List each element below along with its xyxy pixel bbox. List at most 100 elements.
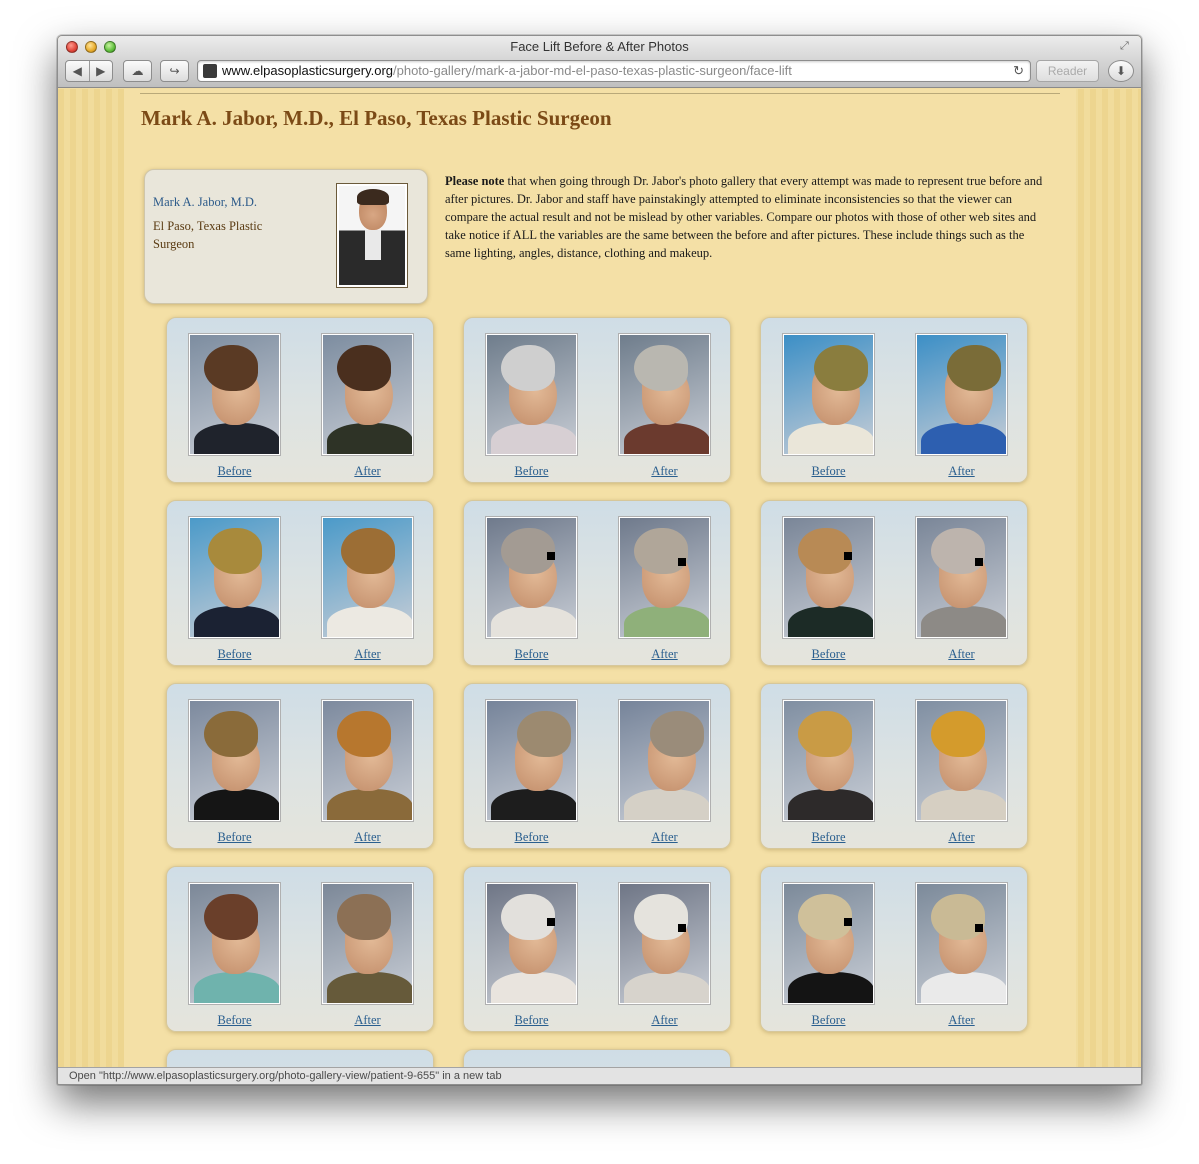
patient-hair (798, 711, 852, 757)
privacy-censor-bar (678, 558, 686, 566)
reader-button[interactable]: Reader (1036, 60, 1099, 82)
patient-hair (337, 894, 391, 940)
after-photo[interactable] (619, 517, 710, 638)
before-link[interactable]: Before (189, 1013, 280, 1028)
before-link[interactable]: Before (486, 464, 577, 479)
patient-body (194, 423, 279, 454)
before-link[interactable]: Before (486, 1013, 577, 1028)
fullscreen-icon[interactable]: ⤢ (1120, 40, 1133, 53)
after-link[interactable]: After (322, 1013, 413, 1028)
after-photo[interactable] (916, 517, 1007, 638)
patient-hair (208, 528, 262, 574)
browser-window: Face Lift Before & After Photos ⤢ ◀ ▶ ☁ … (57, 35, 1142, 1085)
before-link[interactable]: Before (189, 830, 280, 845)
patient-body (624, 972, 709, 1003)
web-viewport[interactable]: Mark A. Jabor, M.D., El Paso, Texas Plas… (58, 89, 1141, 1069)
patient-body (327, 789, 412, 820)
after-photo[interactable] (619, 334, 710, 455)
before-link[interactable]: Before (783, 1013, 874, 1028)
after-link[interactable]: After (916, 464, 1007, 479)
after-photo[interactable] (619, 700, 710, 821)
before-link[interactable]: Before (189, 464, 280, 479)
patient-hair (341, 528, 395, 574)
after-photo[interactable] (322, 334, 413, 455)
before-link[interactable]: Before (486, 830, 577, 845)
address-bar[interactable]: www.elpasoplasticsurgery.org/photo-galle… (197, 60, 1031, 82)
doctor-name-link[interactable]: Mark A. Jabor, M.D. (153, 195, 257, 210)
after-photo[interactable] (916, 883, 1007, 1004)
after-link[interactable]: After (322, 464, 413, 479)
after-link[interactable]: After (619, 647, 710, 662)
icloud-tabs-button[interactable]: ☁ (123, 60, 152, 82)
doctor-location: El Paso, Texas Plastic Surgeon (153, 219, 263, 251)
before-photo[interactable] (189, 700, 280, 821)
before-photo[interactable] (783, 700, 874, 821)
top-divider (140, 93, 1060, 94)
before-photo[interactable] (189, 883, 280, 1004)
share-icon: ↪ (169, 64, 180, 78)
after-link[interactable]: After (619, 830, 710, 845)
patient-hair (501, 894, 555, 940)
after-photo[interactable] (916, 700, 1007, 821)
before-photo[interactable] (486, 334, 577, 455)
privacy-censor-bar (975, 558, 983, 566)
after-photo[interactable] (916, 334, 1007, 455)
patient-hair (337, 345, 391, 391)
after-link[interactable]: After (322, 830, 413, 845)
before-link[interactable]: Before (783, 647, 874, 662)
status-bar: Open "http://www.elpasoplasticsurgery.or… (58, 1067, 1141, 1084)
patient-hair (634, 528, 688, 574)
back-forward-buttons: ◀ ▶ (65, 60, 113, 82)
after-link[interactable]: After (619, 464, 710, 479)
after-photo[interactable] (322, 517, 413, 638)
gallery-card: Before After (166, 866, 434, 1032)
patient-hair (204, 711, 258, 757)
before-photo[interactable] (783, 517, 874, 638)
patient-body (788, 423, 873, 454)
after-link[interactable]: After (916, 1013, 1007, 1028)
reload-icon[interactable]: ↻ (1013, 61, 1024, 81)
url-text[interactable]: www.elpasoplasticsurgery.org/photo-galle… (222, 61, 792, 81)
gallery-card: Before After (463, 866, 731, 1032)
downloads-icon: ⬇ (1115, 64, 1127, 78)
patient-body (327, 972, 412, 1003)
back-arrow-icon[interactable]: ◀ (66, 64, 89, 78)
before-photo[interactable] (189, 334, 280, 455)
patient-hair (947, 345, 1001, 391)
patient-hair (501, 528, 555, 574)
after-photo[interactable] (619, 883, 710, 1004)
window-title: Face Lift Before & After Photos (510, 39, 689, 54)
downloads-button[interactable]: ⬇ (1108, 60, 1134, 82)
before-photo[interactable] (783, 883, 874, 1004)
before-photo[interactable] (486, 517, 577, 638)
gallery-card: Before After (760, 317, 1028, 483)
before-photo[interactable] (189, 517, 280, 638)
patient-body (921, 972, 1006, 1003)
before-photo[interactable] (486, 700, 577, 821)
before-link[interactable]: Before (783, 464, 874, 479)
gallery-card: Before After (463, 317, 731, 483)
before-photo[interactable] (783, 334, 874, 455)
doctor-portrait[interactable] (336, 183, 408, 288)
before-photo[interactable] (486, 883, 577, 1004)
after-photo[interactable] (322, 700, 413, 821)
forward-arrow-icon[interactable]: ▶ (89, 64, 112, 78)
privacy-censor-bar (547, 552, 555, 560)
before-link[interactable]: Before (486, 647, 577, 662)
note-text: that when going through Dr. Jabor's phot… (445, 174, 1043, 260)
share-button[interactable]: ↪ (160, 60, 189, 82)
doctor-profile-card: Mark A. Jabor, M.D. El Paso, Texas Plast… (144, 169, 428, 304)
patient-body (921, 423, 1006, 454)
after-photo[interactable] (322, 883, 413, 1004)
after-link[interactable]: After (916, 830, 1007, 845)
note-bold: Please note (445, 174, 505, 188)
patient-hair (931, 528, 985, 574)
privacy-censor-bar (678, 924, 686, 932)
after-link[interactable]: After (619, 1013, 710, 1028)
before-link[interactable]: Before (189, 647, 280, 662)
after-link[interactable]: After (916, 647, 1007, 662)
before-link[interactable]: Before (783, 830, 874, 845)
gallery-card: Before After (760, 866, 1028, 1032)
after-link[interactable]: After (322, 647, 413, 662)
gallery-card: Before After (463, 500, 731, 666)
